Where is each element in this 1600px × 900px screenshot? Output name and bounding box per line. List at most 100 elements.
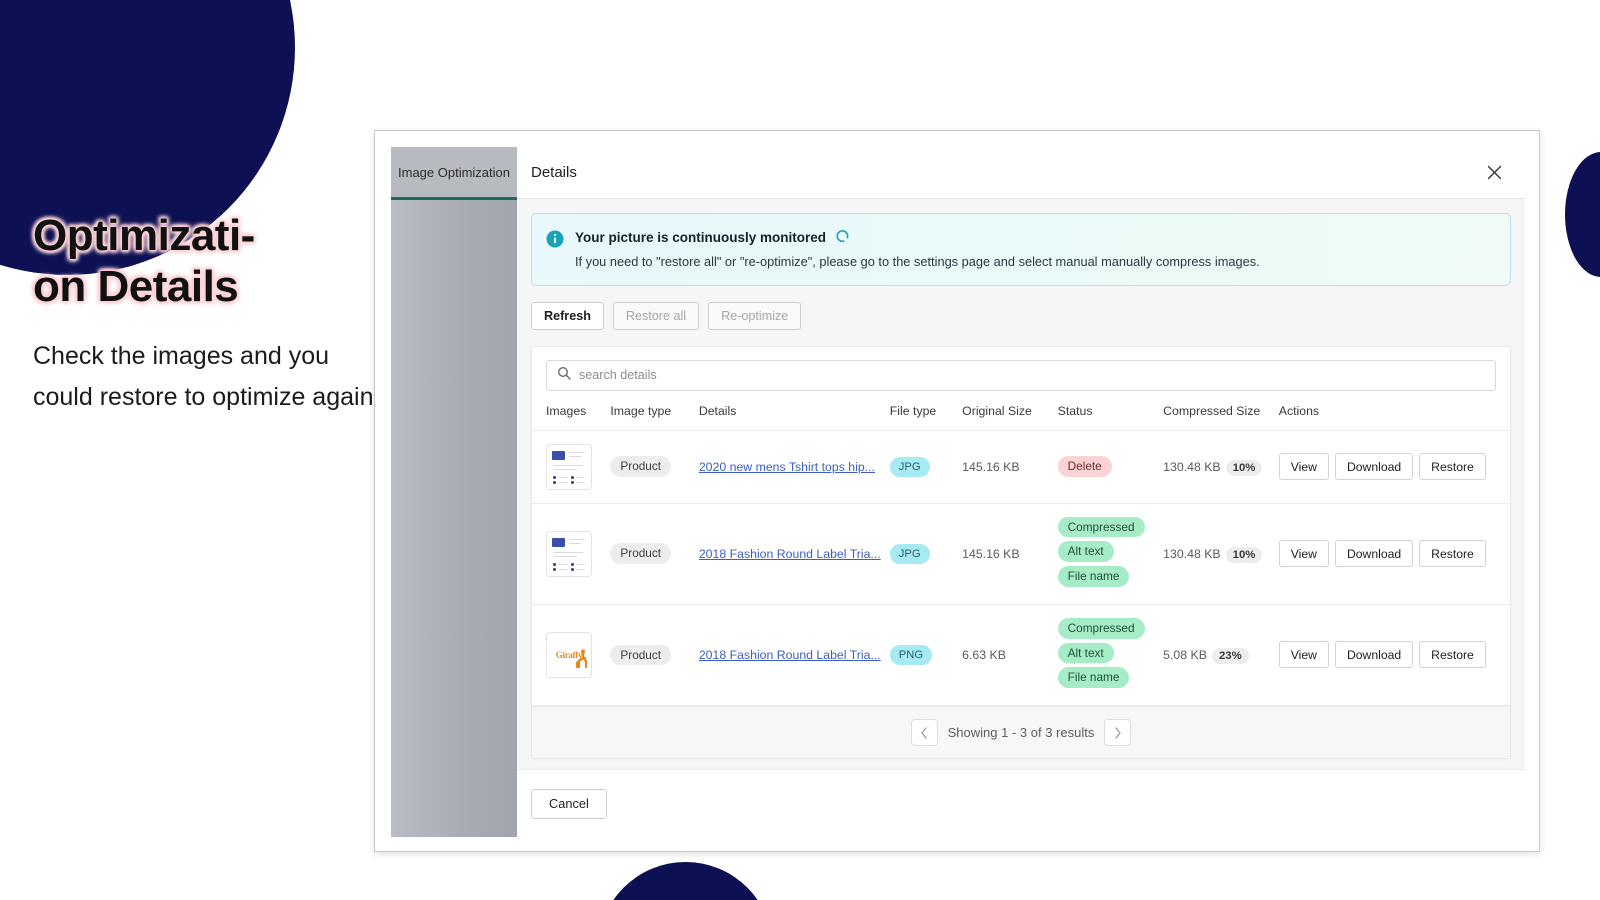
disabled-backdrop-panel xyxy=(391,147,517,837)
column-actions: Actions xyxy=(1279,401,1510,431)
close-icon[interactable] xyxy=(1481,160,1507,186)
cell-image-type: Product xyxy=(610,604,698,705)
cell-original-size: 6.63 KB xyxy=(962,604,1057,705)
pagination-status: Showing 1 - 3 of 3 results xyxy=(948,725,1095,740)
view-button[interactable]: View xyxy=(1279,453,1329,480)
compressed-size-value: 130.48 KB xyxy=(1163,460,1220,474)
restore-all-button[interactable]: Restore all xyxy=(613,302,699,330)
column-original-size: Original Size xyxy=(962,401,1057,431)
view-button[interactable]: View xyxy=(1279,540,1329,567)
decorative-circle-bottom xyxy=(598,862,773,900)
tab-image-optimization[interactable]: Image Optimization xyxy=(391,147,517,200)
info-icon xyxy=(546,230,564,271)
page-title: Optimizati- on Details xyxy=(33,210,393,312)
column-image-type: Image type xyxy=(610,401,698,431)
app-window: Image Optimization Details xyxy=(374,130,1540,852)
cell-file-type: PNG xyxy=(890,604,962,705)
cell-status: Compressed Alt text File name xyxy=(1058,503,1164,604)
status-badge: Alt text xyxy=(1058,643,1114,664)
cell-actions: ViewDownloadRestore xyxy=(1279,430,1510,503)
details-modal: Details xyxy=(517,147,1525,837)
compression-percent-badge: 10% xyxy=(1226,460,1263,476)
pagination: Showing 1 - 3 of 3 results xyxy=(532,706,1510,758)
refresh-button[interactable]: Refresh xyxy=(531,302,604,330)
cell-thumbnail: Giraffy xyxy=(532,604,610,705)
giraffe-logo-thumbnail[interactable]: Giraffy xyxy=(546,632,592,678)
modal-body: Your picture is continuously monitored I… xyxy=(517,199,1525,769)
compression-percent-badge: 23% xyxy=(1212,648,1249,664)
toolbar-actions: Refresh Restore all Re-optimize xyxy=(531,302,1511,330)
details-table-card: Images Image type Details File type Orig… xyxy=(531,346,1511,759)
column-status: Status xyxy=(1058,401,1164,431)
loading-spinner-icon xyxy=(831,226,852,249)
cell-original-size: 145.16 KB xyxy=(962,503,1057,604)
table-header: Images Image type Details File type Orig… xyxy=(532,401,1510,431)
image-type-badge: Product xyxy=(610,645,671,666)
column-details: Details xyxy=(699,401,890,431)
view-button[interactable]: View xyxy=(1279,641,1329,668)
tshirt-document-thumbnail[interactable] xyxy=(546,444,592,490)
table-row: Product 2020 new mens Tshirt tops hip...… xyxy=(532,430,1510,503)
compressed-size-value: 130.48 KB xyxy=(1163,547,1220,561)
column-compressed-size: Compressed Size xyxy=(1163,401,1279,431)
column-images: Images xyxy=(532,401,610,431)
details-table: Images Image type Details File type Orig… xyxy=(532,401,1510,706)
cell-compressed-size: 130.48 KB 10% xyxy=(1163,430,1279,503)
cell-thumbnail xyxy=(532,503,610,604)
decorative-circle-right xyxy=(1565,152,1600,277)
info-banner: Your picture is continuously monitored I… xyxy=(531,213,1511,286)
file-type-badge: PNG xyxy=(890,645,932,665)
cell-status: Delete xyxy=(1058,430,1164,503)
cell-details: 2020 new mens Tshirt tops hip... xyxy=(699,430,890,503)
cell-compressed-size: 5.08 KB23% xyxy=(1163,604,1279,705)
fashion-document-thumbnail[interactable] xyxy=(546,531,592,577)
cell-details: 2018 Fashion Round Label Tria... xyxy=(699,503,890,604)
promo-subtitle: Check the images and you could restore t… xyxy=(33,336,393,418)
info-banner-headline: Your picture is continuously monitored xyxy=(575,228,1494,247)
cell-thumbnail xyxy=(532,430,610,503)
download-button[interactable]: Download xyxy=(1335,641,1413,668)
cell-image-type: Product xyxy=(610,503,698,604)
cancel-button[interactable]: Cancel xyxy=(531,789,607,819)
search-box[interactable] xyxy=(546,360,1496,391)
download-button[interactable]: Download xyxy=(1335,540,1413,567)
download-button[interactable]: Download xyxy=(1335,453,1413,480)
info-banner-description: If you need to "restore all" or "re-opti… xyxy=(575,254,1494,271)
detail-link[interactable]: 2018 Fashion Round Label Tria... xyxy=(699,648,881,662)
table-row: Product 2018 Fashion Round Label Tria...… xyxy=(532,503,1510,604)
modal-header: Details xyxy=(517,147,1525,199)
chevron-left-icon[interactable] xyxy=(911,719,938,746)
image-type-badge: Product xyxy=(610,456,671,477)
cell-actions: ViewDownloadRestore xyxy=(1279,604,1510,705)
restore-button[interactable]: Restore xyxy=(1419,641,1486,668)
status-badge: Compressed xyxy=(1058,517,1145,538)
column-file-type: File type xyxy=(890,401,962,431)
cell-details: 2018 Fashion Round Label Tria... xyxy=(699,604,890,705)
search-icon xyxy=(557,366,571,385)
re-optimize-button[interactable]: Re-optimize xyxy=(708,302,801,330)
table-header-row: Images Image type Details File type Orig… xyxy=(532,401,1510,431)
modal-footer: Cancel xyxy=(517,769,1525,837)
cell-compressed-size: 130.48 KB10% xyxy=(1163,503,1279,604)
status-badge: Compressed xyxy=(1058,618,1145,639)
promo-block: Optimizati- on Details Check the images … xyxy=(33,210,393,418)
status-badge: File name xyxy=(1058,667,1130,688)
screenshot-root: Optimizati- on Details Check the images … xyxy=(0,0,1600,900)
chevron-right-icon[interactable] xyxy=(1104,719,1131,746)
search-wrapper xyxy=(532,347,1510,401)
image-type-badge: Product xyxy=(610,543,671,564)
status-badge: Delete xyxy=(1058,456,1112,477)
restore-button[interactable]: Restore xyxy=(1419,540,1486,567)
restore-button[interactable]: Restore xyxy=(1419,453,1486,480)
file-type-badge: JPG xyxy=(890,544,930,564)
cell-file-type: JPG xyxy=(890,503,962,604)
cell-actions: ViewDownloadRestore xyxy=(1279,503,1510,604)
info-banner-title: Your picture is continuously monitored xyxy=(575,230,826,245)
detail-link[interactable]: 2018 Fashion Round Label Tria... xyxy=(699,547,881,561)
search-input[interactable] xyxy=(579,368,1485,382)
table-row: Giraffy Product xyxy=(532,604,1510,705)
detail-link[interactable]: 2020 new mens Tshirt tops hip... xyxy=(699,460,875,474)
status-badge: Alt text xyxy=(1058,541,1114,562)
status-badge: File name xyxy=(1058,566,1130,587)
cell-status: Compressed Alt text File name xyxy=(1058,604,1164,705)
